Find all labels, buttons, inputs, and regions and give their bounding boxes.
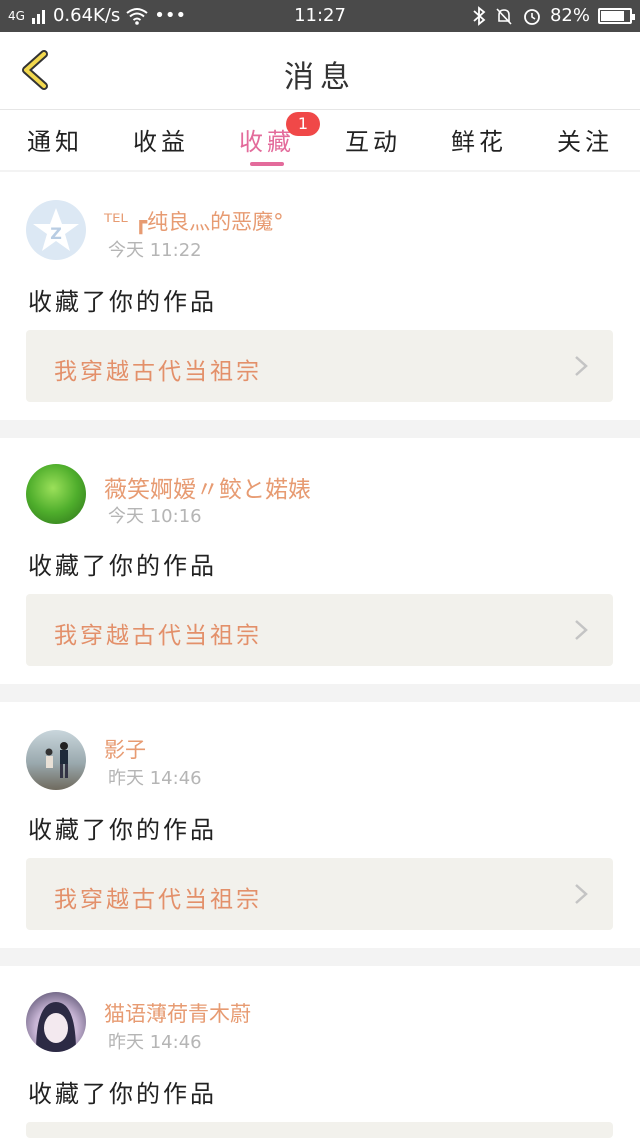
work-title: 我穿越古代当祖宗	[54, 359, 262, 385]
tab-notifications[interactable]: 通知	[10, 122, 100, 157]
mute-bell-icon	[496, 7, 512, 25]
message-card: 影子 昨天 14:46 收藏了你的作品 我穿越古代当祖宗	[0, 702, 640, 948]
timestamp: 昨天 14:46	[108, 1032, 202, 1053]
work-title: 我穿越古代当祖宗	[54, 887, 262, 913]
username[interactable]: 影子	[104, 734, 146, 764]
timestamp: 今天 10:16	[108, 506, 202, 527]
username[interactable]: 猫语薄荷青木蔚	[104, 998, 251, 1028]
message-card: Z ᵀᴱᴸ ┏纯良灬的恶魔° 今天 11:22 收藏了你的作品 我穿越古代当祖宗	[0, 172, 640, 420]
photo-portrait-icon	[36, 1002, 76, 1052]
work-link[interactable]: 我穿越古代当祖宗	[26, 858, 613, 930]
page-title: 消息	[284, 60, 356, 95]
battery-icon	[598, 7, 635, 24]
battery-percent: 82%	[549, 5, 590, 26]
tab-earnings[interactable]: 收益	[116, 122, 206, 157]
work-link[interactable]: 我穿越古代当祖宗	[26, 330, 613, 402]
timestamp: 昨天 14:46	[108, 768, 202, 789]
tab-bar: 通知 收益 收藏 1 互动 鲜花 关注	[0, 110, 640, 170]
avatar[interactable]	[26, 730, 86, 790]
action-text: 收藏了你的作品	[28, 552, 217, 580]
username[interactable]: 薇笑婀嫒〃鲛と婼婊	[104, 470, 311, 504]
tab-label: 收藏	[239, 128, 295, 156]
work-link[interactable]: 我穿越古代当祖宗	[26, 594, 613, 666]
message-card: 猫语薄荷青木蔚 昨天 14:46 收藏了你的作品	[0, 966, 640, 1138]
tab-label: 收益	[133, 128, 189, 156]
chevron-right-icon	[575, 884, 588, 904]
chevron-right-icon	[575, 356, 588, 376]
action-text: 收藏了你的作品	[28, 288, 217, 316]
header: 消息	[0, 32, 640, 110]
tab-label: 互动	[345, 128, 401, 156]
svg-text:Z: Z	[50, 224, 62, 243]
status-bar: 4G 0.64K/s ••• 11:27 82%	[0, 0, 640, 32]
tab-label: 鲜花	[451, 128, 507, 156]
active-tab-indicator	[250, 162, 284, 166]
unread-badge: 1	[286, 112, 320, 136]
alarm-icon	[524, 8, 540, 25]
avatar[interactable]	[26, 464, 86, 524]
action-text: 收藏了你的作品	[28, 1080, 217, 1108]
tab-label: 关注	[557, 128, 613, 156]
work-title: 我穿越古代当祖宗	[54, 623, 262, 649]
tab-favorites[interactable]: 收藏 1	[222, 112, 320, 166]
tab-interactions[interactable]: 互动	[328, 122, 418, 157]
work-link[interactable]	[26, 1122, 613, 1138]
username[interactable]: ᵀᴱᴸ ┏纯良灬的恶魔°	[104, 206, 284, 236]
chevron-right-icon	[575, 620, 588, 640]
tab-label: 通知	[27, 128, 83, 156]
avatar[interactable]: Z	[26, 200, 86, 260]
photo-people-icon	[45, 742, 68, 778]
bluetooth-icon	[473, 5, 486, 26]
message-card: 薇笑婀嫒〃鲛と婼婊 今天 10:16 收藏了你的作品 我穿越古代当祖宗	[0, 438, 640, 684]
tab-following[interactable]: 关注	[540, 122, 630, 157]
tab-flowers[interactable]: 鲜花	[434, 122, 524, 157]
qq-star-icon: Z	[33, 208, 79, 251]
avatar[interactable]	[26, 992, 86, 1052]
timestamp: 今天 11:22	[108, 240, 202, 261]
action-text: 收藏了你的作品	[28, 816, 217, 844]
